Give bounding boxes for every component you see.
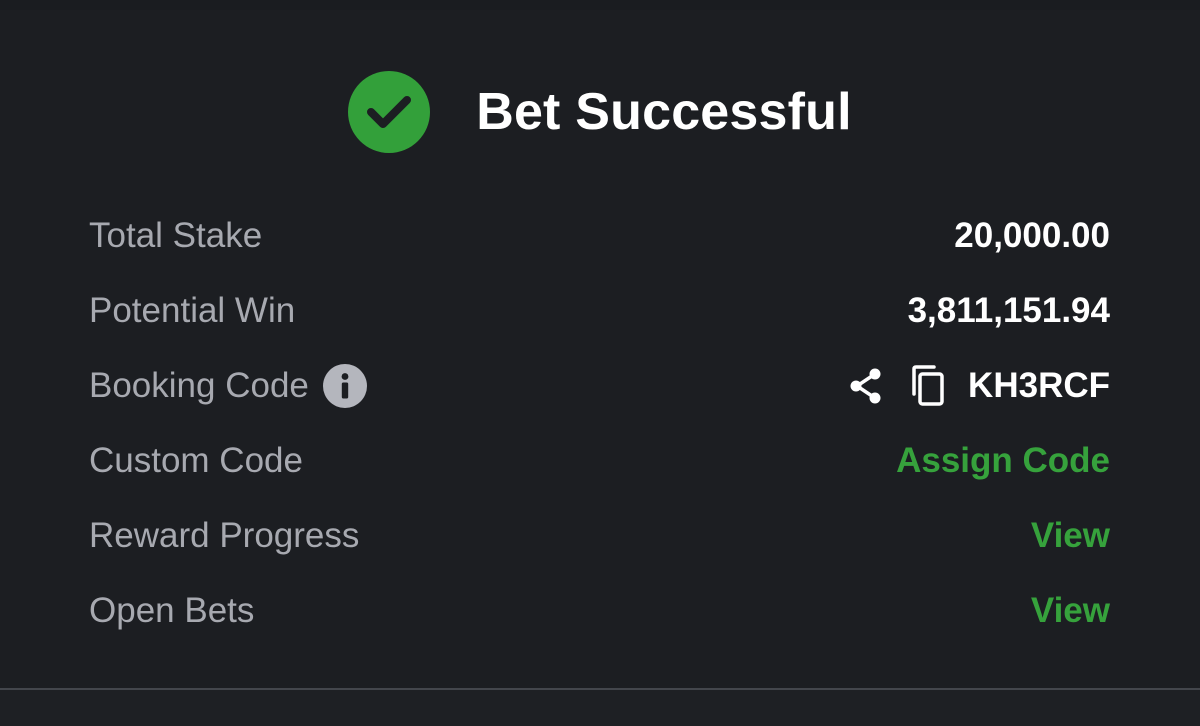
open-bets-label: Open Bets <box>89 590 255 630</box>
potential-win-value: 3,811,151.94 <box>907 290 1110 330</box>
open-bets-row: Open Bets View <box>89 573 1110 648</box>
reward-progress-label: Reward Progress <box>89 515 360 555</box>
success-title: Bet Successful <box>476 83 852 141</box>
assign-code-link[interactable]: Assign Code <box>896 441 1110 481</box>
success-header: Bet Successful <box>0 70 1200 154</box>
booking-code-value-group: KH3RCF <box>846 364 1110 408</box>
bet-details-list: Total Stake 20,000.00 Potential Win 3,81… <box>89 198 1110 648</box>
check-circle-icon <box>348 71 431 153</box>
total-stake-label: Total Stake <box>89 215 263 255</box>
reward-progress-row: Reward Progress View <box>89 498 1110 573</box>
custom-code-row: Custom Code Assign Code <box>89 423 1110 498</box>
copy-icon[interactable] <box>908 364 948 408</box>
custom-code-label: Custom Code <box>89 440 303 480</box>
share-icon[interactable] <box>846 365 886 407</box>
open-bets-view-link[interactable]: View <box>1031 591 1110 631</box>
potential-win-row: Potential Win 3,811,151.94 <box>89 273 1110 348</box>
bet-confirmation-panel: Bet Successful Total Stake 20,000.00 Pot… <box>0 0 1200 726</box>
potential-win-label: Potential Win <box>89 290 296 330</box>
total-stake-value: 20,000.00 <box>954 215 1110 255</box>
total-stake-row: Total Stake 20,000.00 <box>89 198 1110 273</box>
bottom-area <box>0 690 1200 726</box>
booking-code-label: Booking Code <box>89 365 309 405</box>
booking-code-value[interactable]: KH3RCF <box>968 366 1110 406</box>
reward-progress-view-link[interactable]: View <box>1031 516 1110 556</box>
info-icon[interactable] <box>322 363 367 408</box>
clipped-previous-content <box>0 0 1200 10</box>
booking-code-row: Booking Code KH3RCF <box>89 348 1110 423</box>
booking-code-label-group: Booking Code <box>89 363 367 408</box>
